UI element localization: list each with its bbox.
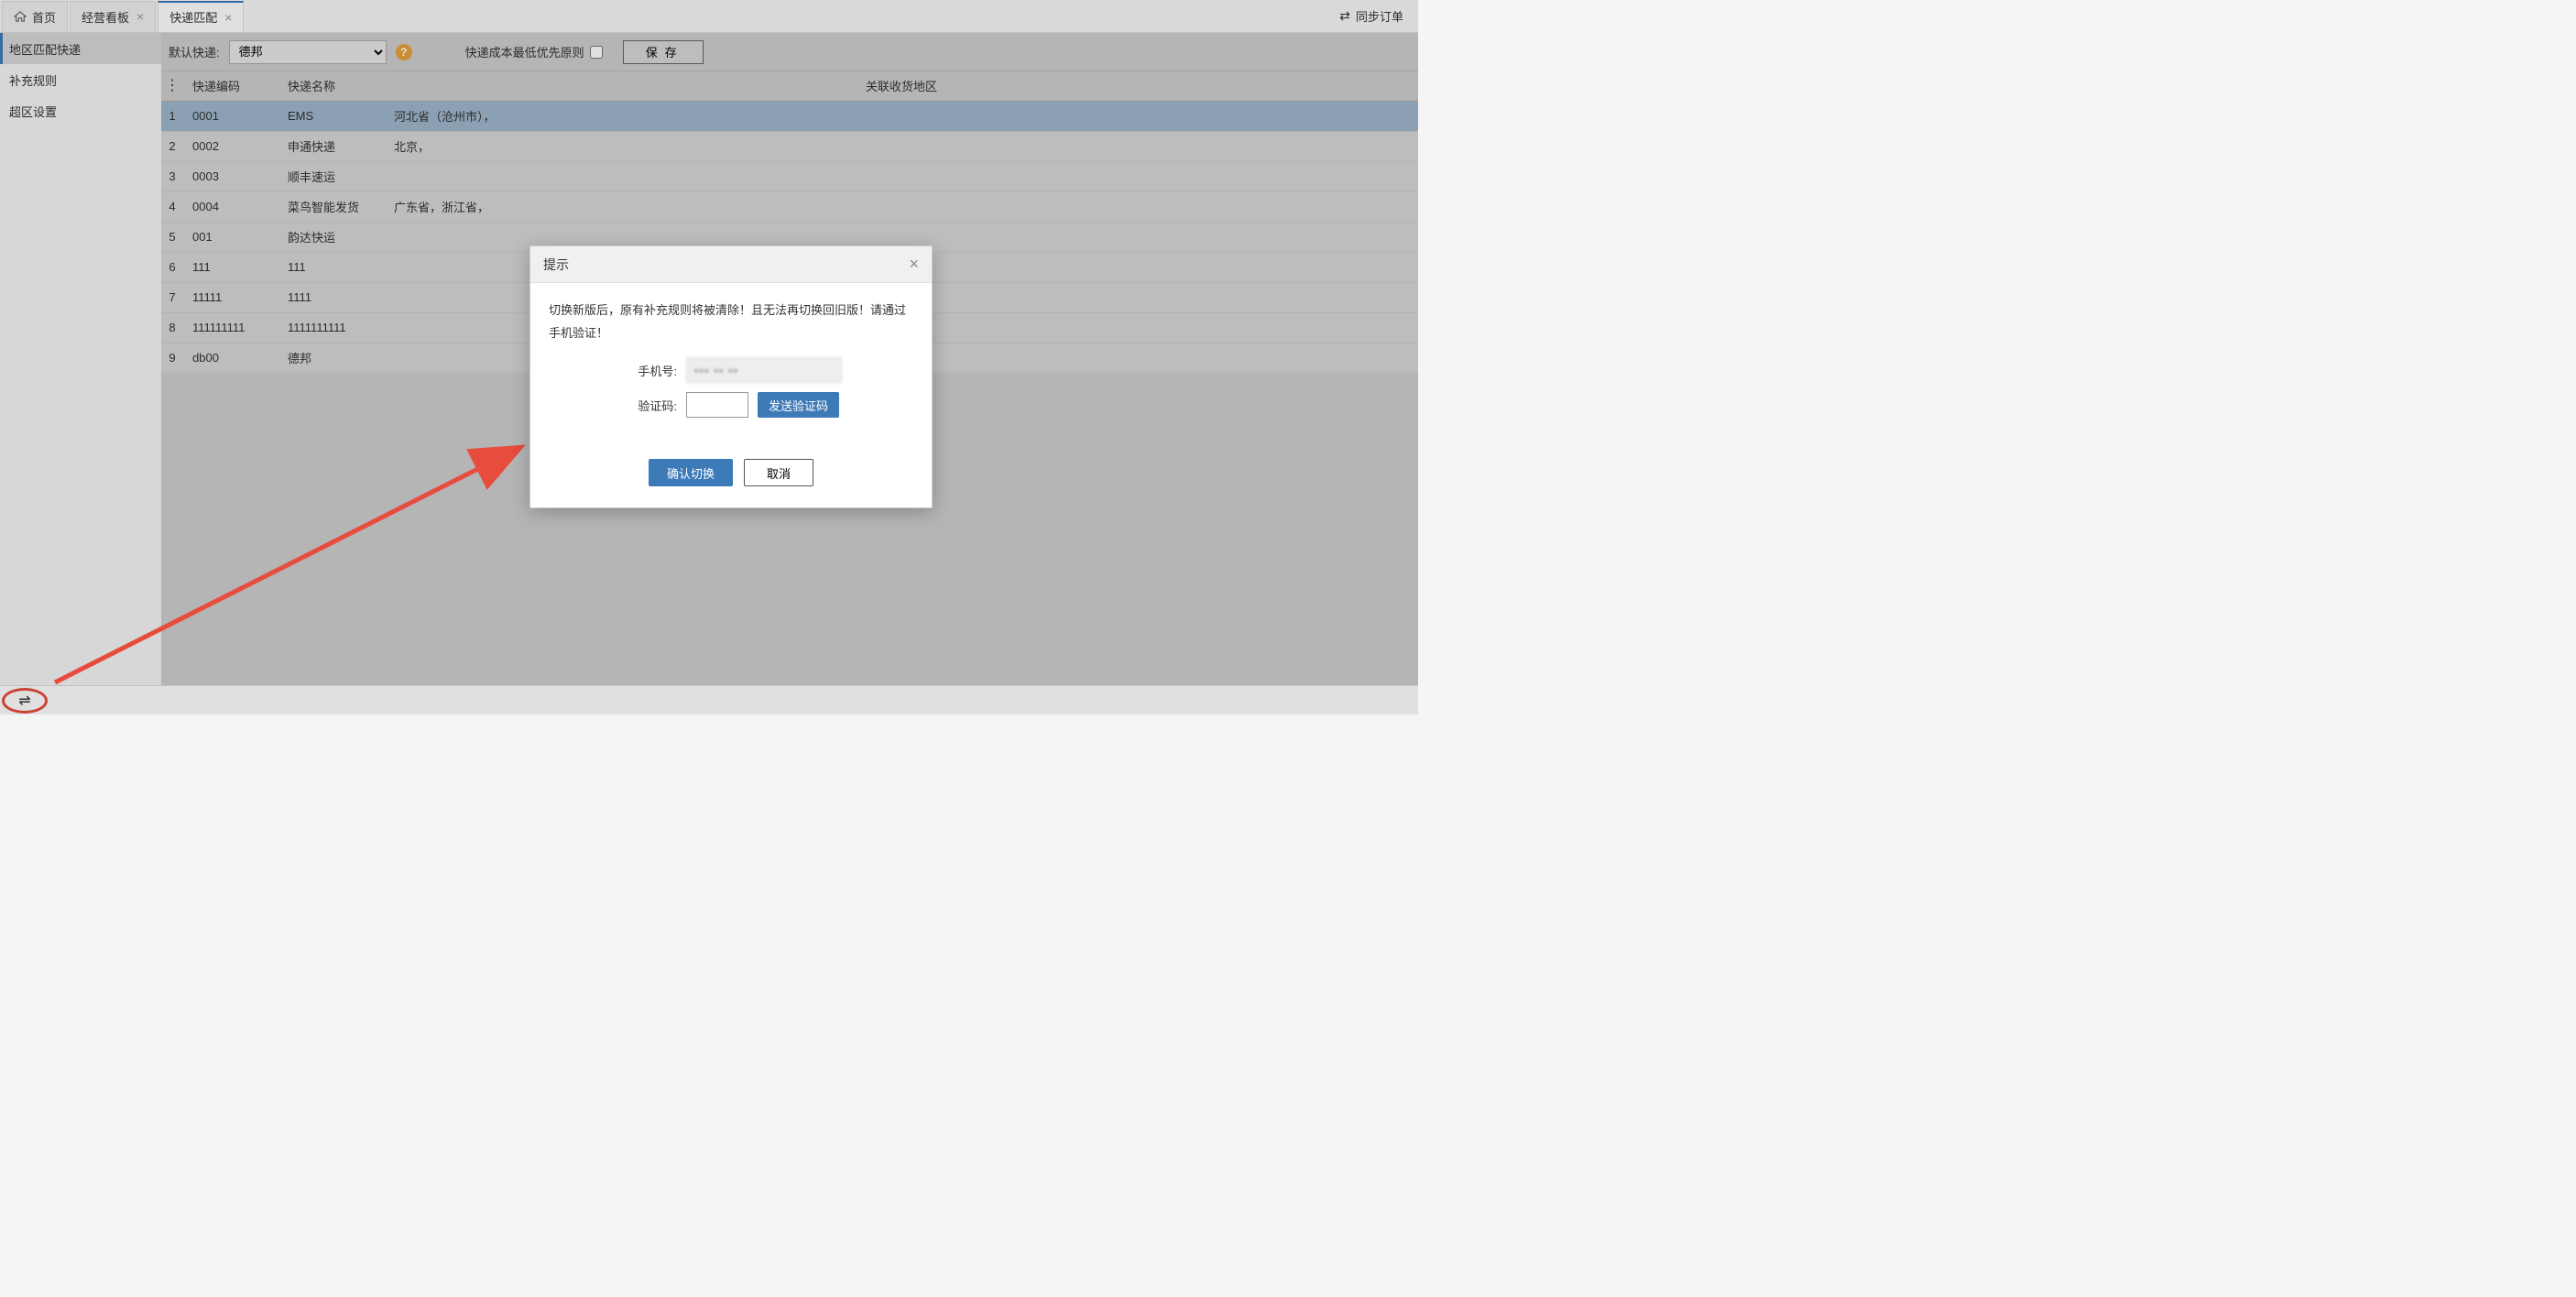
dialog-body: 切换新版后，原有补充规则将被清除！且无法再切换回旧版！请通过手机验证！ 手机号:…: [530, 283, 932, 507]
confirm-dialog: 提示 × 切换新版后，原有补充规则将被清除！且无法再切换回旧版！请通过手机验证！…: [529, 245, 933, 508]
verification-code-input[interactable]: [686, 392, 748, 418]
cancel-button[interactable]: 取消: [744, 459, 813, 486]
dialog-title: 提示: [543, 256, 569, 274]
phone-label: 手机号:: [549, 362, 677, 379]
phone-field-readonly: ••• •• ••: [686, 357, 842, 383]
dialog-footer: 确认切换 取消: [549, 447, 913, 498]
close-icon[interactable]: ×: [909, 255, 919, 274]
send-code-button[interactable]: 发送验证码: [758, 392, 839, 418]
dialog-message: 切换新版后，原有补充规则将被清除！且无法再切换回旧版！请通过手机验证！: [549, 300, 913, 344]
code-label: 验证码:: [549, 397, 677, 414]
confirm-button[interactable]: 确认切换: [649, 459, 733, 486]
dialog-header: 提示 ×: [530, 246, 932, 283]
